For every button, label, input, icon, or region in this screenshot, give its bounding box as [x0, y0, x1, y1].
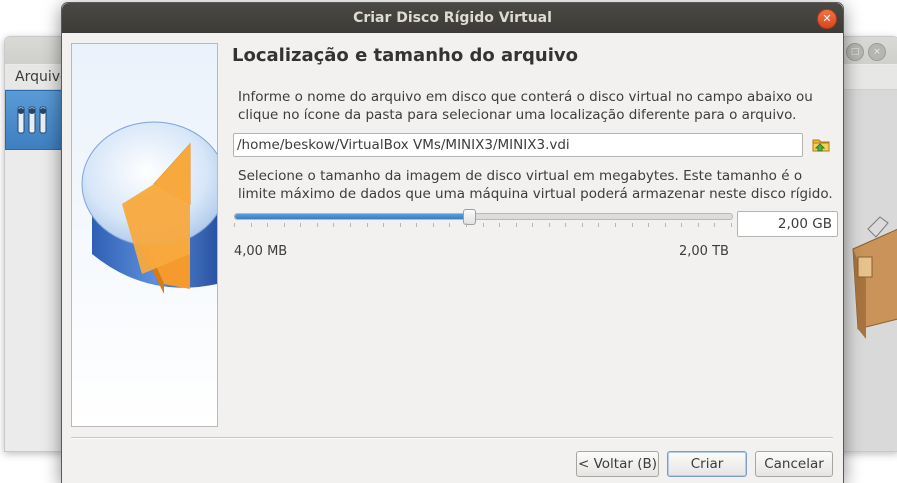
- size-slider-fill: [235, 214, 469, 219]
- slider-tick: [482, 223, 484, 227]
- slider-tick: [565, 223, 567, 227]
- slider-tick: [731, 223, 732, 227]
- slider-tick: [283, 223, 285, 227]
- size-description: Selecione o tamanho da imagem de disco v…: [238, 168, 833, 202]
- slider-tick: [465, 223, 467, 227]
- size-slider-ticks: [234, 223, 732, 229]
- slider-tick: [366, 223, 368, 227]
- size-slider[interactable]: [234, 209, 733, 225]
- dialog-titlebar[interactable]: Criar Disco Rígido Virtual ✕: [62, 3, 843, 33]
- maximize-icon[interactable]: □: [846, 43, 864, 61]
- slider-tick: [499, 223, 501, 227]
- size-max-label: 2,00 TB: [679, 244, 729, 259]
- choose-folder-icon[interactable]: [811, 134, 831, 154]
- slider-tick: [548, 223, 550, 227]
- slider-tick: [615, 223, 617, 227]
- slider-tick: [697, 223, 699, 227]
- slider-tick: [399, 223, 401, 227]
- disk-illustration: [71, 43, 218, 427]
- slider-tick: [581, 223, 583, 227]
- size-value-input[interactable]: [737, 211, 838, 237]
- hard-disk-pie-icon: [81, 121, 217, 294]
- toolbox-illustration-icon: [852, 216, 897, 339]
- close-icon[interactable]: ×: [868, 43, 886, 61]
- slider-tick: [333, 223, 335, 227]
- size-min-label: 4,00 MB: [234, 244, 288, 259]
- slider-tick: [515, 223, 517, 227]
- slider-tick: [349, 223, 351, 227]
- close-icon[interactable]: ✕: [817, 9, 837, 29]
- page-heading: Localização e tamanho do arquivo: [232, 45, 578, 66]
- slider-tick: [300, 223, 302, 227]
- create-virtual-disk-dialog: Criar Disco Rígido Virtual ✕ Localização…: [61, 2, 844, 483]
- dialog-title: Criar Disco Rígido Virtual: [353, 10, 552, 26]
- back-button[interactable]: < Voltar (B): [576, 451, 659, 477]
- slider-tick: [598, 223, 600, 227]
- slider-tick: [250, 223, 252, 227]
- slider-tick: [316, 223, 318, 227]
- slider-tick: [234, 223, 235, 227]
- slider-tick: [532, 223, 534, 227]
- tools-sidebar-item[interactable]: [5, 90, 69, 150]
- create-button[interactable]: Criar: [667, 451, 747, 477]
- slider-tick: [681, 223, 683, 227]
- slider-tick: [267, 223, 269, 227]
- button-separator: [71, 437, 833, 439]
- slider-tick: [648, 223, 650, 227]
- slider-tick: [714, 223, 716, 227]
- location-description: Informe o nome do arquivo em disco que c…: [238, 89, 813, 123]
- slider-tick: [432, 223, 434, 227]
- tools-icon: [17, 106, 47, 134]
- slider-tick: [416, 223, 418, 227]
- slider-tick: [383, 223, 385, 227]
- slider-tick: [631, 223, 633, 227]
- slider-tick: [664, 223, 666, 227]
- file-path-input[interactable]: [233, 133, 803, 157]
- slider-tick: [449, 223, 451, 227]
- cancel-button[interactable]: Cancelar: [755, 451, 833, 477]
